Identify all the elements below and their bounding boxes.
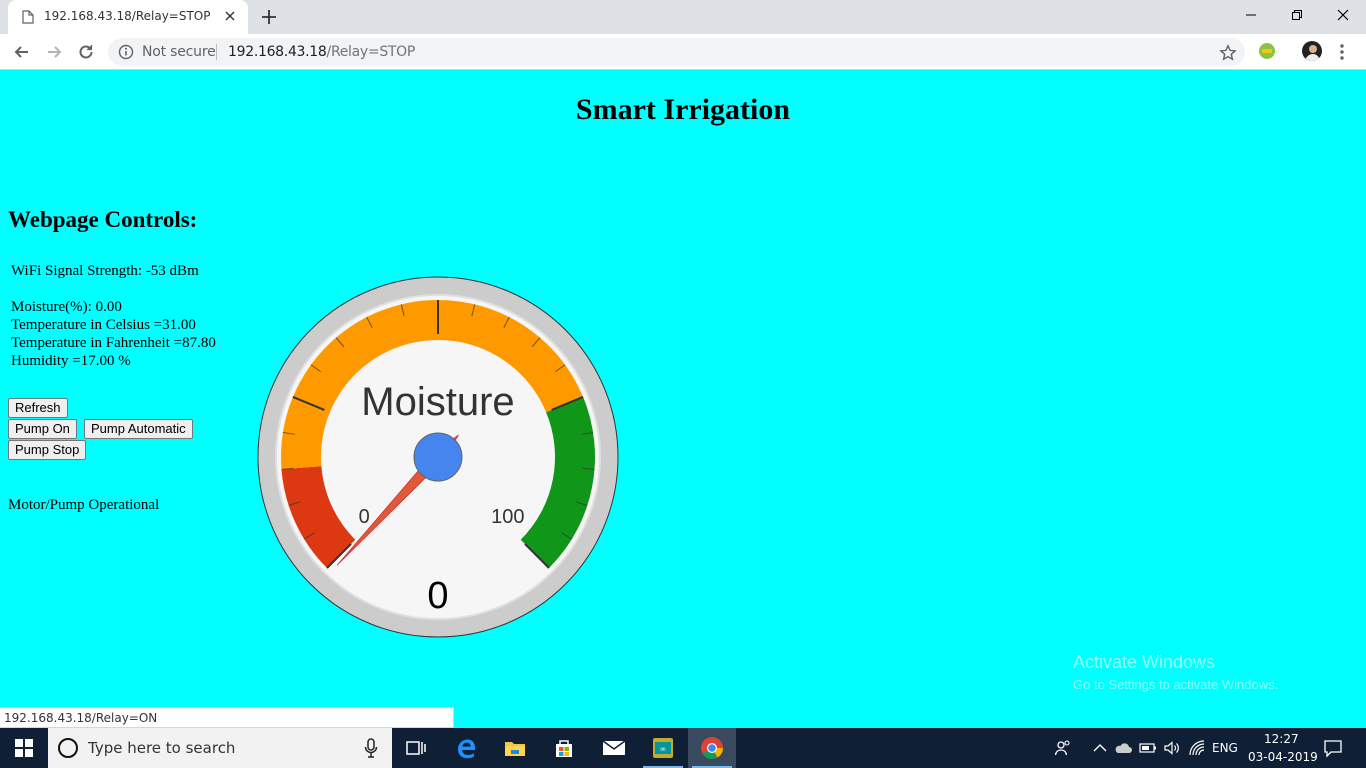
url-host: 192.168.43.18 (228, 44, 327, 60)
activate-windows-watermark: Activate Windows Go to Settings to activ… (1073, 652, 1278, 692)
folder-icon (505, 742, 525, 756)
browser-tab[interactable]: 192.168.43.18/Relay=STOP (8, 0, 248, 34)
back-arrow-icon[interactable] (12, 42, 32, 62)
edge-app-button[interactable] (442, 728, 490, 768)
bookmark-star-icon[interactable] (1219, 44, 1237, 62)
file-explorer-button[interactable] (491, 728, 539, 768)
info-icon[interactable] (118, 44, 134, 60)
security-label[interactable]: Not secure (142, 44, 216, 60)
windows-logo-icon (15, 739, 33, 757)
browser-tab-strip: 192.168.43.18/Relay=STOP (0, 0, 1366, 34)
moisture-text: Moisture(%): 0.00 (11, 299, 122, 315)
restore-icon (1292, 10, 1302, 20)
url-path: /Relay=STOP (326, 44, 416, 60)
arduino-icon: ∞ (653, 738, 673, 758)
avatar-image (1305, 45, 1320, 61)
gauge-hub (413, 432, 463, 482)
wifi-icon[interactable] (1188, 739, 1206, 757)
edge-icon (458, 739, 475, 759)
pump-on-button[interactable]: Pump On (8, 419, 77, 439)
onedrive-cloud-icon[interactable] (1114, 739, 1132, 757)
refresh-button[interactable]: Refresh (8, 398, 68, 418)
url-text[interactable]: 192.168.43.18/Relay=STOP (228, 44, 415, 60)
mail-icon (602, 740, 626, 755)
minimize-icon (1246, 14, 1256, 16)
close-icon (1337, 9, 1349, 21)
extension-icon[interactable] (1258, 42, 1276, 60)
store-app-button[interactable] (540, 728, 588, 768)
temperature-fahrenheit-text: Temperature in Fahrenheit =87.80 (11, 335, 216, 351)
cortana-icon (58, 738, 78, 758)
reload-icon[interactable] (76, 42, 96, 62)
browser-toolbar: Not secure 192.168.43.18/Relay=STOP (0, 34, 1366, 70)
tab-title: 192.168.43.18/Relay=STOP (44, 9, 211, 23)
new-tab-icon[interactable] (260, 8, 278, 26)
activate-windows-title: Activate Windows (1073, 652, 1216, 672)
gauge-min-label: 0 (359, 506, 370, 528)
arduino-app-button[interactable]: ∞ (639, 728, 687, 768)
moisture-gauge: Moisture 0 100 0 (257, 276, 619, 638)
web-page: Smart Irrigation Webpage Controls: WiFi … (0, 71, 1366, 728)
profile-avatar[interactable] (1302, 41, 1322, 61)
pump-automatic-button[interactable]: Pump Automatic (84, 419, 193, 439)
store-icon (556, 740, 572, 757)
close-window-button[interactable] (1320, 0, 1366, 30)
clock-date[interactable]: 03-04-2019 (1248, 750, 1318, 764)
chevron-up-icon[interactable] (1091, 739, 1109, 757)
microphone-icon[interactable] (364, 738, 378, 758)
taskbar-search-box[interactable]: Type here to search (48, 728, 392, 768)
clock-time[interactable]: 12:27 (1264, 732, 1299, 746)
page-icon (22, 10, 34, 24)
task-view-icon (406, 741, 426, 755)
activate-windows-subtitle: Go to Settings to activate Windows. (1073, 677, 1279, 692)
svg-text:∞: ∞ (660, 745, 667, 754)
chrome-app-button[interactable] (688, 728, 736, 768)
gauge-label: Moisture (361, 380, 514, 424)
chrome-icon (701, 737, 723, 759)
link-status-bubble: 192.168.43.18/Relay=ON (0, 707, 454, 728)
humidity-text: Humidity =17.00 % (11, 353, 131, 369)
volume-icon[interactable] (1163, 739, 1181, 757)
language-indicator[interactable]: ENG (1212, 741, 1238, 755)
windows-taskbar: Type here to search ∞ ENG 12:27 03-04-20… (0, 728, 1366, 768)
search-placeholder: Type here to search (88, 739, 236, 757)
temperature-celsius-text: Temperature in Celsius =31.00 (11, 317, 196, 333)
task-view-button[interactable] (392, 728, 440, 768)
minimize-button[interactable] (1228, 0, 1274, 30)
forward-arrow-icon[interactable] (44, 42, 64, 62)
omnibox-divider (216, 44, 217, 60)
start-button[interactable] (0, 728, 48, 768)
mail-app-button[interactable] (590, 728, 638, 768)
battery-icon[interactable] (1139, 739, 1157, 757)
address-bar[interactable]: Not secure 192.168.43.18/Relay=STOP (108, 38, 1245, 66)
pump-status-text: Motor/Pump Operational (8, 497, 160, 513)
notifications-icon[interactable] (1323, 738, 1343, 758)
pump-stop-button[interactable]: Pump Stop (8, 440, 87, 460)
more-menu-icon[interactable] (1338, 43, 1346, 61)
people-icon[interactable] (1054, 739, 1072, 757)
close-tab-icon[interactable] (222, 8, 238, 24)
controls-heading: Webpage Controls: (8, 207, 198, 232)
gauge-max-label: 100 (491, 506, 524, 528)
page-title: Smart Irrigation (575, 93, 791, 126)
gauge-value: 0 (427, 575, 448, 617)
restore-button[interactable] (1274, 0, 1320, 30)
wifi-signal-text: WiFi Signal Strength: -53 dBm (11, 263, 199, 279)
